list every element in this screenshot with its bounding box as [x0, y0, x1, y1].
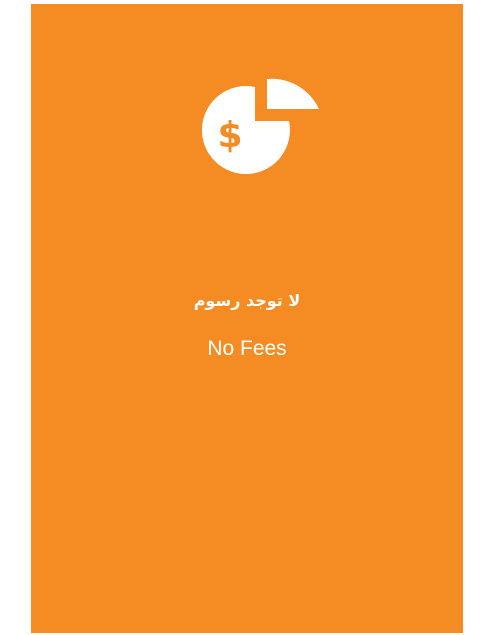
title-english: No Fees: [207, 337, 287, 360]
page: $ لا توجد رسوم No Fees: [0, 0, 480, 635]
title-arabic: لا توجد رسوم: [193, 291, 301, 310]
no-fees-card: $ لا توجد رسوم No Fees: [31, 4, 463, 633]
pie-chart-dollar-icon: $: [201, 75, 323, 175]
svg-text:$: $: [217, 115, 242, 156]
